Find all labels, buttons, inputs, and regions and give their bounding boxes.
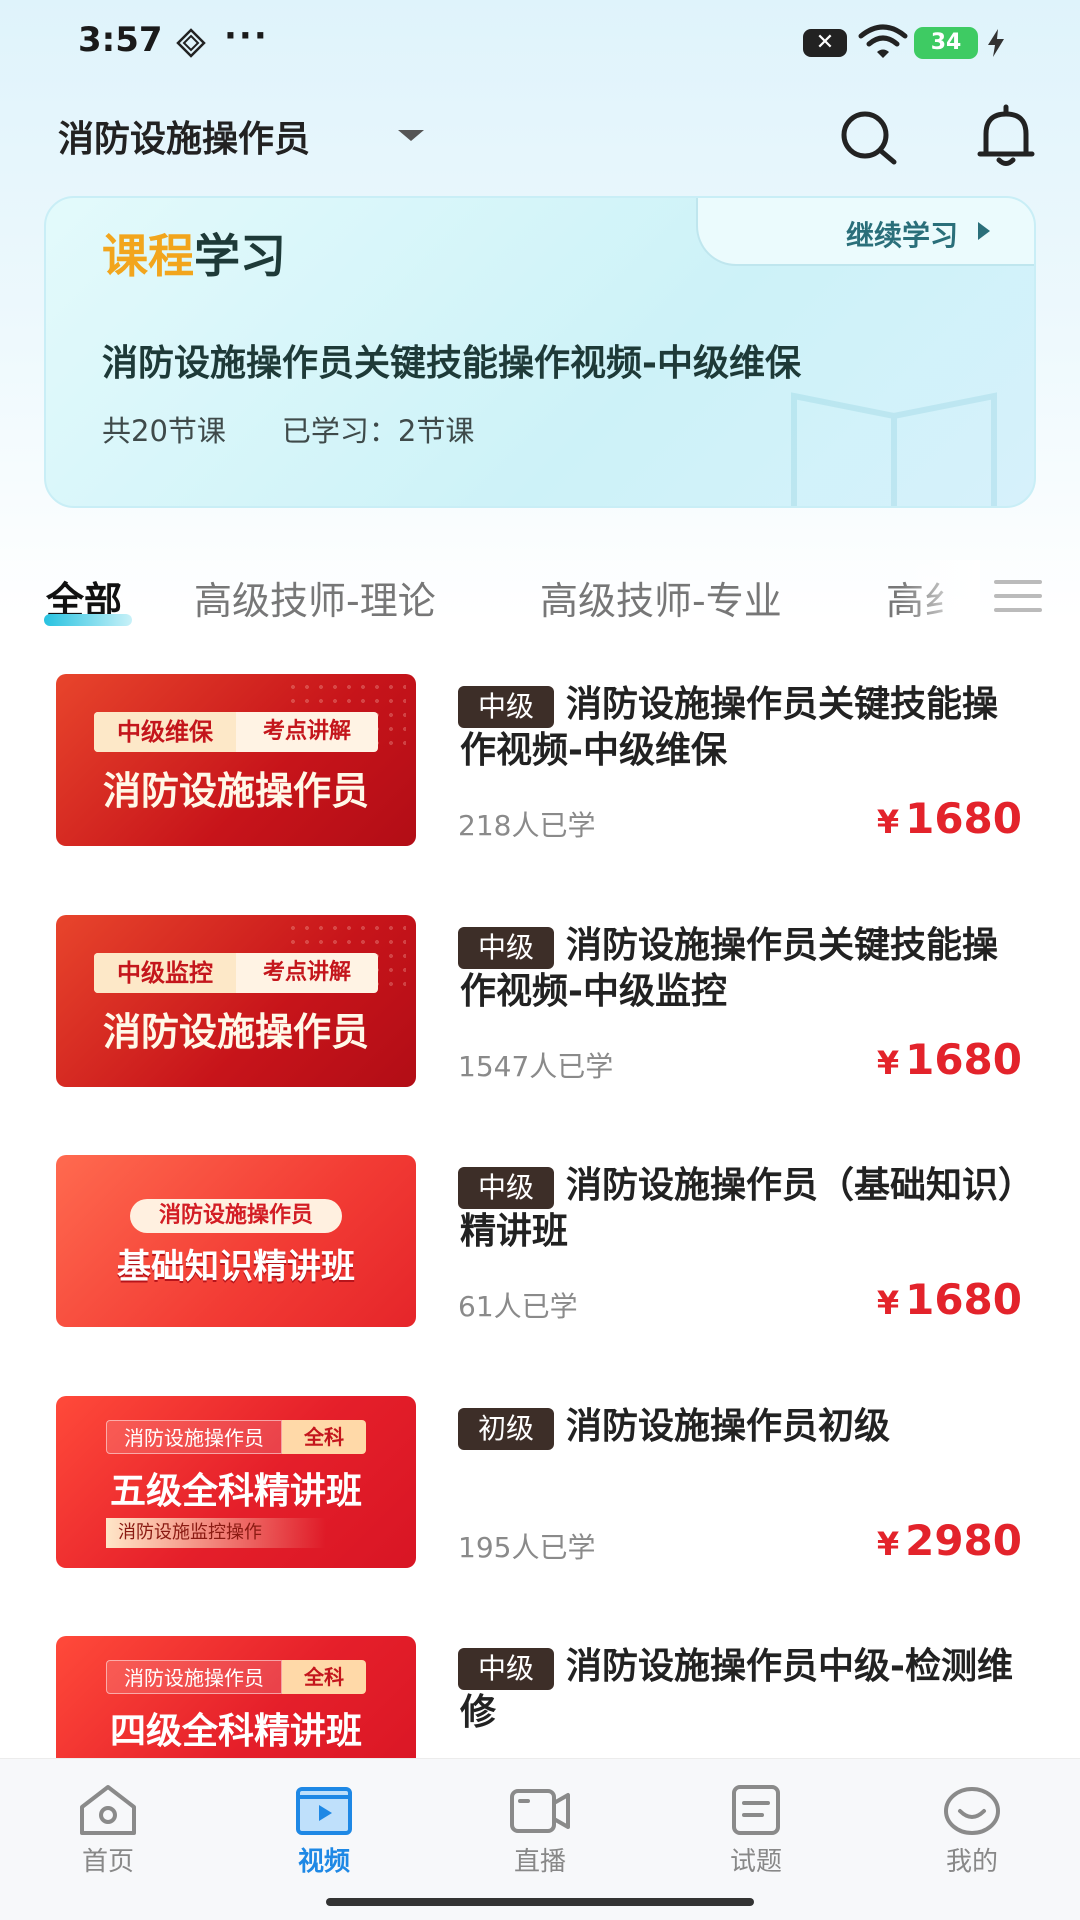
total-lessons: 共20节课: [102, 414, 226, 448]
nav-item-video[interactable]: 视频: [264, 1781, 384, 1891]
price-value: 1680: [905, 1035, 1022, 1084]
nav-item-exam[interactable]: 试题: [696, 1781, 816, 1891]
card-heading-accent: 课程: [102, 229, 194, 283]
thumb-title: 五级全科精讲班: [109, 1471, 362, 1512]
currency-symbol: ¥: [876, 803, 900, 841]
search-icon[interactable]: [836, 106, 900, 170]
exam-category-selector[interactable]: 消防设施操作员: [58, 110, 310, 162]
course-price: ¥1680: [877, 1035, 1022, 1084]
app-diamond-icon: [176, 28, 206, 58]
bottom-navigation: 首页 视频 直播 试题 我的: [0, 1758, 1080, 1920]
thumb-tag-scope: 全科: [282, 1660, 366, 1694]
active-tab-indicator: [44, 614, 132, 626]
status-bar: 3:57 ··· ✕ 34: [0, 0, 1080, 84]
thumb-tag-name: 消防设施操作员: [106, 1660, 282, 1694]
learner-count: 61人已学: [458, 1290, 578, 1323]
thumb-tag-name: 消防设施操作员: [106, 1420, 282, 1454]
nav-item-profile[interactable]: 我的: [912, 1781, 1032, 1891]
thumb-title: 消防设施操作员: [102, 769, 369, 813]
course-title[interactable]: 消防设施操作员关键技能操作视频-中级监控: [460, 923, 1030, 1015]
tabs-fade: [900, 560, 980, 640]
wifi-icon: [858, 24, 908, 58]
home-indicator[interactable]: [326, 1898, 754, 1906]
course-list-item[interactable]: 消防设施操作员 全科 五级全科精讲班 消防设施监控操作 初级 消防设施操作员初级…: [0, 1396, 1080, 1596]
thumb-title: 基础知识精讲班: [117, 1247, 355, 1287]
course-title[interactable]: 消防设施操作员初级: [460, 1404, 1030, 1450]
continue-learning-label[interactable]: 继续学习: [846, 214, 958, 254]
book-watermark-icon: [791, 392, 997, 506]
course-thumbnail[interactable]: 消防设施操作员 基础知识精讲班: [56, 1155, 416, 1327]
battery-indicator: 34: [914, 27, 978, 59]
nav-label: 我的: [945, 1847, 998, 1877]
exam-icon: [732, 1785, 780, 1835]
learner-count: 195人已学: [458, 1531, 596, 1564]
nav-label: 视频: [297, 1847, 350, 1877]
course-progress-meta: 共20节课 已学习：2节课: [102, 408, 474, 450]
nav-label: 直播: [513, 1847, 566, 1877]
studied-lessons: 已学习：2节课: [281, 414, 475, 448]
course-price: ¥2980: [877, 1516, 1022, 1565]
profile-icon: [944, 1787, 1000, 1835]
tab-senior-technician-theory[interactable]: 高级技师-理论: [194, 570, 436, 625]
course-thumbnail[interactable]: 中级监控 考点讲解 消防设施操作员: [56, 915, 416, 1087]
course-thumbnail[interactable]: 消防设施操作员 全科 五级全科精讲班 消防设施监控操作: [56, 1396, 416, 1568]
play-arrow-icon: [978, 222, 990, 240]
price-value: 2980: [905, 1516, 1022, 1565]
thumb-tag-level: 中级监控: [94, 953, 236, 993]
status-more-dots: ···: [224, 16, 269, 56]
category-tabs: 全部 高级技师-理论 高级技师-专业 高纟: [0, 560, 1080, 640]
thumb-pill: 消防设施操作员: [130, 1199, 342, 1233]
course-price: ¥1680: [877, 1275, 1022, 1324]
course-list-item[interactable]: 中级监控 考点讲解 消防设施操作员 中级 消防设施操作员关键技能操作视频-中级监…: [0, 915, 1080, 1115]
currency-symbol: ¥: [876, 1044, 900, 1082]
card-heading-rest: 学习: [194, 229, 286, 283]
tab-senior-technician-professional[interactable]: 高级技师-专业: [540, 570, 782, 625]
course-list-item[interactable]: 中级维保 考点讲解 消防设施操作员 中级 消防设施操作员关键技能操作视频-中级维…: [0, 674, 1080, 874]
course-title[interactable]: 消防设施操作员中级-检测维修: [460, 1644, 1030, 1736]
video-icon: [296, 1787, 352, 1835]
course-thumbnail[interactable]: 中级维保 考点讲解 消防设施操作员: [56, 674, 416, 846]
thumb-tag-topic: 考点讲解: [262, 719, 351, 744]
live-camera-icon: [510, 1789, 570, 1833]
status-time: 3:57: [78, 20, 163, 60]
course-title[interactable]: 消防设施操作员（基础知识）精讲班: [460, 1163, 1030, 1255]
nav-item-home[interactable]: 首页: [48, 1781, 168, 1891]
nav-label: 首页: [81, 1847, 134, 1877]
nav-label: 试题: [729, 1847, 782, 1877]
thumb-tag-topic: 考点讲解: [262, 960, 351, 985]
nav-item-live[interactable]: 直播: [480, 1781, 600, 1891]
notification-bell-icon[interactable]: [974, 104, 1038, 170]
menu-icon[interactable]: [994, 580, 1042, 620]
thumb-subtitle: 消防设施监控操作: [106, 1518, 326, 1548]
currency-symbol: ¥: [876, 1525, 900, 1563]
home-icon: [80, 1785, 136, 1835]
continue-learning-tab[interactable]: 继续学习: [696, 198, 1034, 266]
course-list-item[interactable]: 消防设施操作员 基础知识精讲班 中级 消防设施操作员（基础知识）精讲班 61人已…: [0, 1155, 1080, 1355]
learner-count: 1547人已学: [458, 1050, 614, 1083]
thumb-title: 消防设施操作员: [102, 1010, 369, 1054]
notification-x-icon: ✕: [803, 29, 847, 57]
card-heading: 课程学习: [102, 220, 286, 286]
currency-symbol: ¥: [876, 1284, 900, 1322]
course-title[interactable]: 消防设施操作员关键技能操作视频-中级维保: [460, 682, 1030, 774]
thumb-title: 四级全科精讲班: [109, 1711, 362, 1752]
chevron-down-icon[interactable]: [398, 130, 424, 141]
learner-count: 218人已学: [458, 809, 596, 842]
thumb-tag-level: 中级维保: [94, 712, 236, 752]
charging-bolt-icon: [988, 29, 1004, 57]
course-study-card[interactable]: 继续学习 课程学习 消防设施操作员关键技能操作视频-中级维保 共20节课 已学习：…: [44, 196, 1036, 508]
price-value: 1680: [905, 1275, 1022, 1324]
current-course-name: 消防设施操作员关键技能操作视频-中级维保: [102, 343, 801, 384]
price-value: 1680: [905, 794, 1022, 843]
thumb-tag-scope: 全科: [282, 1420, 366, 1454]
course-price: ¥1680: [877, 794, 1022, 843]
